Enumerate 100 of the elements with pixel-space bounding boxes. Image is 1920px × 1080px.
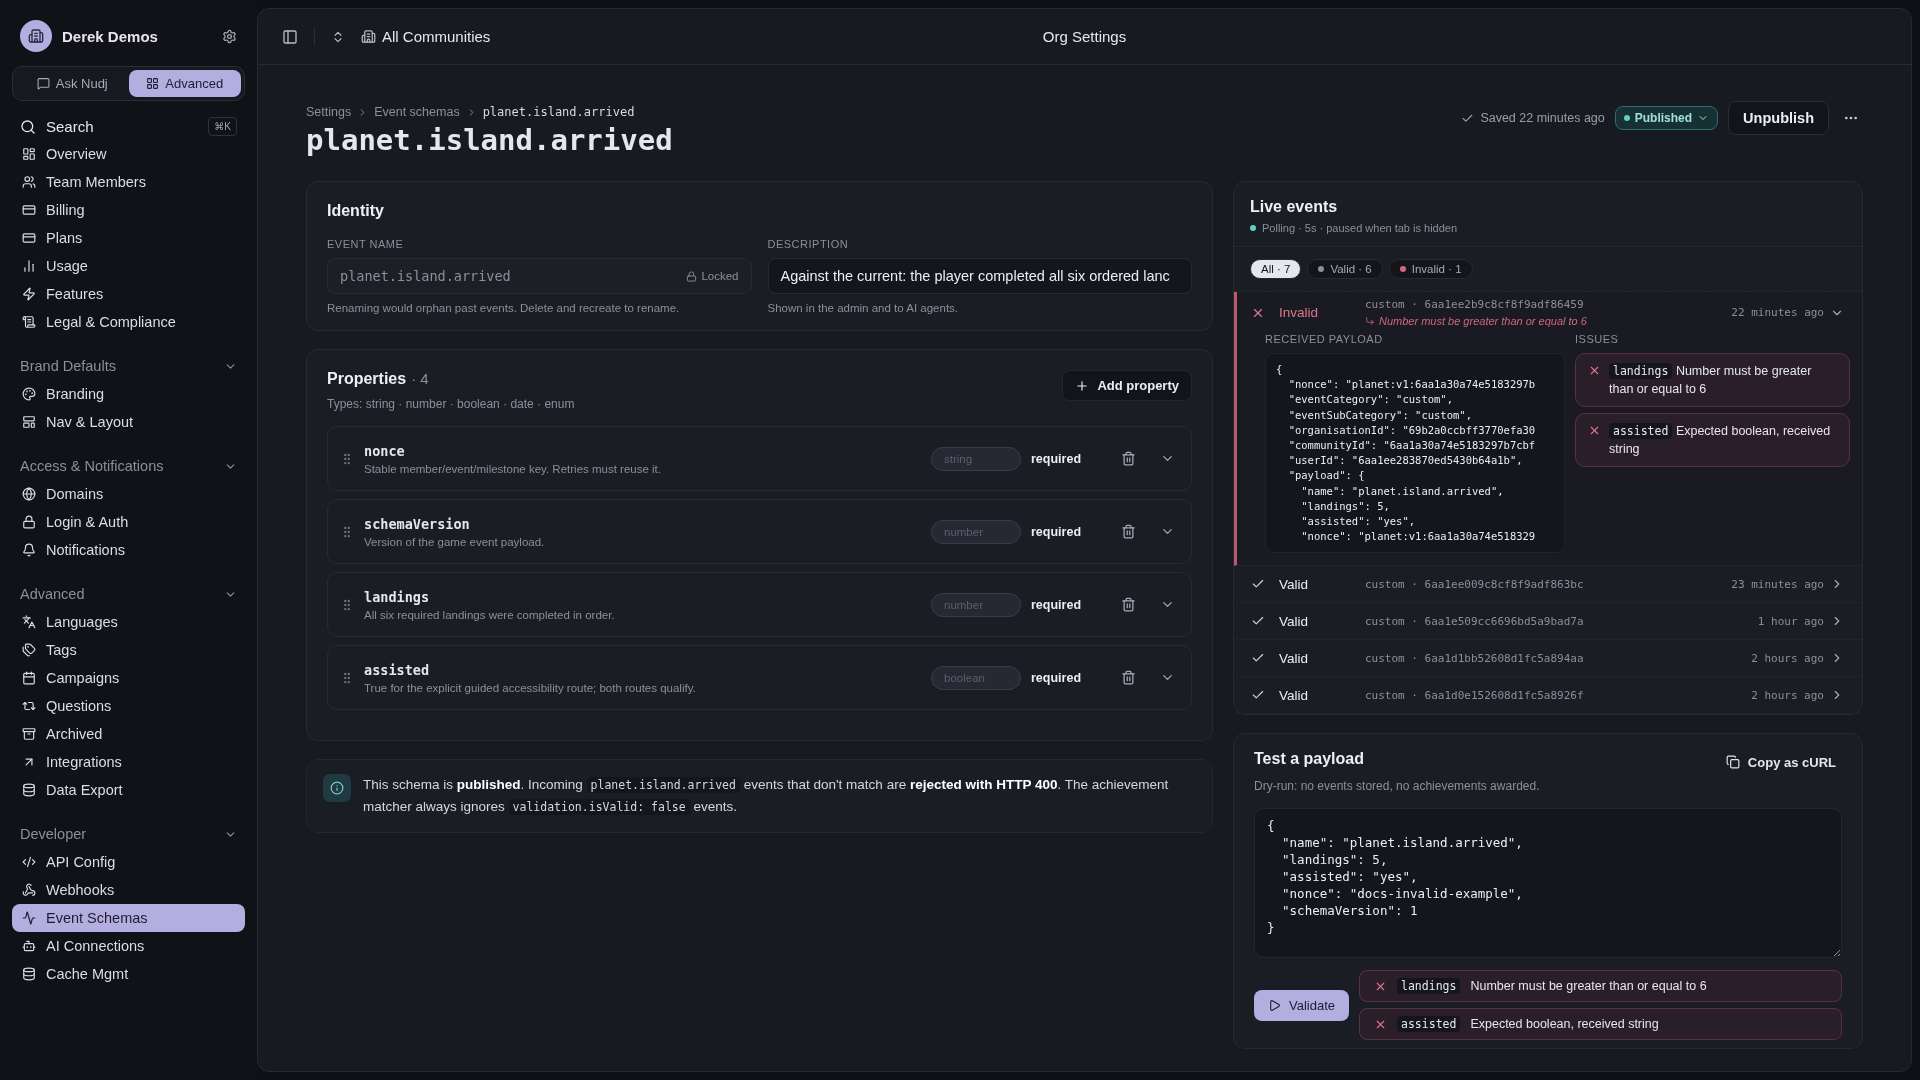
tags-icon: [22, 643, 36, 657]
event-source: custom · 6aa1ee009c8cf8f9adf863bc: [1365, 577, 1585, 591]
nav-item[interactable]: Cache Mgmt: [12, 960, 245, 988]
mode-tab[interactable]: Ask Nudj: [16, 70, 129, 97]
status-dropdown[interactable]: Published: [1614, 106, 1719, 130]
polling-status: Polling · 5s · paused when tab is hidden: [1262, 222, 1458, 234]
delete-icon[interactable]: [1121, 670, 1136, 685]
nav-item[interactable]: Legal & Compliance: [12, 308, 245, 336]
filter-chip[interactable]: Valid · 6: [1307, 259, 1383, 279]
property-description: True for the explicit guided accessibility route; both routes qualify.: [364, 681, 697, 694]
event-row[interactable]: Invalid custom · 6aa1ee2b9c8cf8f9adf86459 Number must be greater than or equal to 6 22 minutes ago: [1237, 292, 1862, 333]
section-heading[interactable]: Developer: [20, 826, 87, 842]
section-heading[interactable]: Brand Defaults: [20, 358, 116, 374]
nav-item[interactable]: Questions: [12, 692, 245, 720]
event-row[interactable]: Valid custom · 6aa1e509cc6696bd5a9bad7a 1 hour ago: [1237, 603, 1862, 640]
repeat-icon: [22, 699, 36, 713]
delete-icon[interactable]: [1121, 451, 1136, 466]
saved-status: Saved 22 minutes ago: [1480, 111, 1605, 125]
lightning-icon: [22, 287, 36, 301]
nav-item[interactable]: Team Members: [12, 168, 245, 196]
community-switcher[interactable]: All Communities: [361, 28, 491, 45]
payload-code: { "nonce": "planet:v1:6aa1a30a74e5183297b "eventCategory": "custom", "eventSubCategory": "custom", "organisationId": "69b2a0ccbff3770efa30 "communityId": "6aa1a30a74e5183297b7cbf "userId": "6aa1ee283870ed5430b64a1b", "payload": { "name": "planet.island.arrived", "landings": 5, "assisted": "yes", "nonce": "planet:v1:6aa1a30a74e518329: [1265, 353, 1565, 554]
shortcut-key: ⌘K: [208, 117, 237, 136]
property-description: Version of the game event payload.: [364, 535, 546, 548]
event-time: 2 hours ago: [1751, 688, 1824, 702]
robot-icon: [22, 939, 36, 953]
error-message: Number must be greater than or equal to 6: [1470, 979, 1707, 994]
pulse-icon: [22, 911, 36, 925]
unpublish-button[interactable]: Unpublish: [1728, 101, 1829, 135]
event-error: Number must be greater than or equal to 6: [1379, 315, 1587, 327]
page-title: planet.island.arrived: [306, 123, 673, 157]
add-property-button[interactable]: Add property: [1062, 370, 1192, 401]
search-field[interactable]: Search ⌘K: [12, 113, 245, 140]
nav-item[interactable]: Campaigns: [12, 664, 245, 692]
event-row[interactable]: Valid custom · 6aa1ee009c8cf8f9adf863bc 23 minutes ago: [1237, 566, 1862, 603]
event-row[interactable]: Valid custom · 6aa1d1bb52608d1fc5a894aa 2 hours ago: [1237, 640, 1862, 677]
sidebar-toggle-icon[interactable]: [282, 28, 298, 45]
nav-item[interactable]: Languages: [12, 608, 245, 636]
archive-icon: [22, 727, 36, 741]
breadcrumb-link[interactable]: Settings: [306, 105, 352, 119]
play-icon: [1268, 998, 1281, 1012]
page-heading: Org Settings: [1042, 28, 1127, 45]
nav-item[interactable]: Usage: [12, 252, 245, 280]
filter-chip[interactable]: Invalid · 1: [1388, 259, 1473, 279]
nav-item[interactable]: Data Export: [12, 776, 245, 804]
nav-item[interactable]: Integrations: [12, 748, 245, 776]
mode-tab[interactable]: Advanced: [128, 70, 241, 97]
error-message: Expected boolean, received string: [1470, 1017, 1659, 1032]
nav-item[interactable]: Event Schemas: [12, 904, 245, 932]
card-subtitle: Dry-run: no events stored, no achievements awarded.: [1254, 779, 1540, 794]
nav-item[interactable]: Tags: [12, 636, 245, 664]
event-status: Valid: [1279, 687, 1310, 703]
section-heading[interactable]: Advanced: [20, 586, 85, 602]
nav-item[interactable]: Notifications: [12, 536, 245, 564]
event-time: 23 minutes ago: [1731, 577, 1824, 591]
plus-icon: [1075, 378, 1090, 393]
delete-icon[interactable]: [1121, 597, 1136, 612]
building-icon: [361, 29, 376, 44]
nav-item[interactable]: Nav & Layout: [12, 408, 245, 436]
code-icon: [22, 855, 36, 869]
grid-icon: [146, 77, 160, 90]
nav-item[interactable]: Features: [12, 280, 245, 308]
required-label: required: [1031, 597, 1082, 612]
field-code: assisted: [1397, 1016, 1461, 1033]
chat-icon: [36, 77, 50, 90]
section-heading[interactable]: Access & Notifications: [20, 458, 164, 474]
event-source: custom · 6aa1d1bb52608d1fc5a894aa: [1365, 651, 1585, 665]
info-glyph-icon: [330, 781, 344, 795]
building-icon: [28, 28, 44, 44]
nav-item[interactable]: Plans: [12, 224, 245, 252]
filter-chip[interactable]: All · 7: [1250, 259, 1302, 279]
event-row[interactable]: Valid custom · 6aa1d0e152608d1fc5a8926f 2 hours ago: [1237, 677, 1862, 714]
event-source: custom · 6aa1e509cc6696bd5a9bad7a: [1365, 614, 1585, 628]
breadcrumb-link[interactable]: Event schemas: [374, 105, 460, 119]
payload-editor[interactable]: { "name": "planet.island.arrived", "landings": 5, "assisted": "yes", "nonce": "docs-invalid-example", "schemaVersion": 1 }: [1254, 808, 1842, 959]
search-icon: [20, 118, 36, 135]
nav-item[interactable]: Domains: [12, 480, 245, 508]
lock-icon: [686, 270, 698, 282]
input-field[interactable]: Against the current: the player completed all six ordered lanc: [767, 258, 1192, 294]
nav-item[interactable]: Billing: [12, 196, 245, 224]
property-count: · 4: [411, 370, 429, 387]
property-name: nonce: [364, 442, 406, 459]
nav-item[interactable]: Overview: [12, 140, 245, 168]
input-field[interactable]: planet.island.arrived Locked: [327, 258, 752, 294]
delete-icon[interactable]: [1121, 524, 1136, 539]
event-source: custom · 6aa1d0e152608d1fc5a8926f: [1365, 688, 1585, 702]
nav-item[interactable]: Login & Auth: [12, 508, 245, 536]
nav-item[interactable]: Archived: [12, 720, 245, 748]
event-source: custom · 6aa1ee2b9c8cf8f9adf86459: [1365, 298, 1585, 311]
copy-curl-button[interactable]: Copy as cURL: [1719, 750, 1842, 775]
validate-button[interactable]: Validate: [1254, 989, 1349, 1021]
org-avatar[interactable]: [20, 20, 52, 52]
bar-chart-icon: [22, 259, 36, 273]
copy-icon: [1725, 755, 1740, 770]
breadcrumb-link[interactable]: planet.island.arrived: [482, 105, 635, 119]
nav-item[interactable]: Webhooks: [12, 876, 245, 904]
nav-item[interactable]: Branding: [12, 380, 245, 408]
nav-item[interactable]: AI Connections: [12, 932, 245, 960]
settings-icon[interactable]: [222, 28, 237, 44]
nav-item[interactable]: API Config: [12, 848, 245, 876]
